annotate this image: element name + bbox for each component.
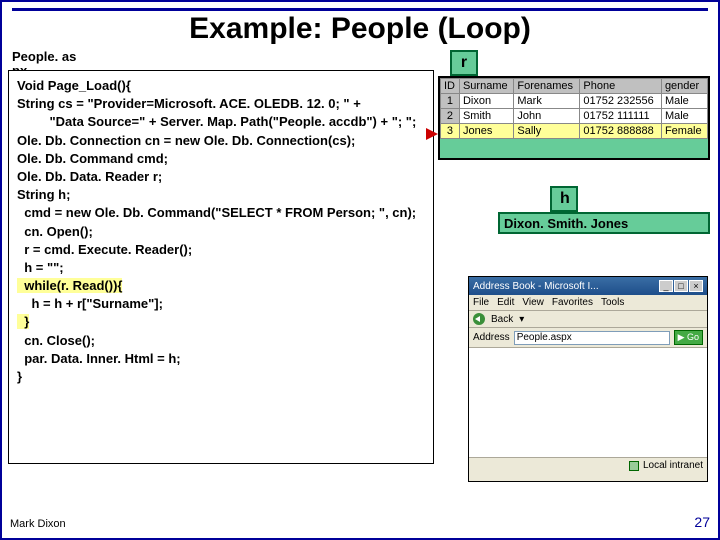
table-cell: Dixon xyxy=(459,94,513,109)
table-cell: Sally xyxy=(514,124,580,139)
table-cell: Male xyxy=(661,94,707,109)
cursor-arrow-icon xyxy=(426,128,438,140)
code-line: cn. Open(); xyxy=(17,224,93,239)
menu-file[interactable]: File xyxy=(473,297,489,308)
menu-view[interactable]: View xyxy=(522,297,544,308)
table-cell: Smith xyxy=(459,109,513,124)
col-header: ID xyxy=(441,79,460,94)
close-icon[interactable]: × xyxy=(689,280,703,292)
browser-content xyxy=(469,348,707,458)
footer-author: Mark Dixon xyxy=(10,518,66,530)
code-line-highlight: } xyxy=(17,314,29,329)
back-icon[interactable] xyxy=(473,313,485,325)
col-header: Forenames xyxy=(514,79,580,94)
slide-title: Example: People (Loop) xyxy=(2,12,718,46)
code-line: r = cmd. Execute. Reader(); xyxy=(17,242,192,257)
status-text: Local intranet xyxy=(643,460,703,471)
table-cell: Jones xyxy=(459,124,513,139)
window-buttons[interactable]: _□× xyxy=(658,280,703,292)
menu-tools[interactable]: Tools xyxy=(601,297,624,308)
back-button[interactable]: Back xyxy=(491,314,513,325)
data-table-box: ID Surname Forenames Phone gender 1Dixon… xyxy=(438,76,710,160)
table-cell: 1 xyxy=(441,94,460,109)
go-button[interactable]: ▶ Go xyxy=(674,330,703,345)
browser-titlebar: Address Book - Microsoft I... _□× xyxy=(469,277,707,295)
table-row: 1DixonMark01752 232556Male xyxy=(441,94,708,109)
menu-favorites[interactable]: Favorites xyxy=(552,297,593,308)
code-line: } xyxy=(17,369,22,384)
footer-page: 27 xyxy=(694,514,710,530)
table-cell: 01752 888888 xyxy=(580,124,662,139)
table-row: 2SmithJohn01752 111111Male xyxy=(441,109,708,124)
address-label: Address xyxy=(473,332,510,343)
code-listing: Void Page_Load(){ String cs = "Provider=… xyxy=(8,70,434,464)
toolbar-sep: ▾ xyxy=(519,314,524,325)
variable-r-box: r xyxy=(450,50,478,76)
code-line: par. Data. Inner. Html = h; xyxy=(17,351,181,366)
code-line-highlight: while(r. Read()){ xyxy=(17,278,122,293)
code-line: h = ""; xyxy=(17,260,64,275)
maximize-icon[interactable]: □ xyxy=(674,280,688,292)
table-cell: 01752 111111 xyxy=(580,109,662,124)
code-line: Ole. Db. Command cmd; xyxy=(17,151,168,166)
table-cell: 01752 232556 xyxy=(580,94,662,109)
result-h-box: Dixon. Smith. Jones xyxy=(498,212,710,234)
table-cell: 3 xyxy=(441,124,460,139)
code-line: cn. Close(); xyxy=(17,333,95,348)
code-line: Ole. Db. Connection cn = new Ole. Db. Co… xyxy=(17,133,355,148)
code-line: Void Page_Load(){ xyxy=(17,78,131,93)
code-line: String h; xyxy=(17,187,70,202)
table-cell: Female xyxy=(661,124,707,139)
address-input[interactable] xyxy=(514,331,670,345)
zone-icon xyxy=(629,461,639,471)
table-cell: John xyxy=(514,109,580,124)
col-header: Phone xyxy=(580,79,662,94)
code-line: h = h + r["Surname"]; xyxy=(17,296,163,311)
data-table: ID Surname Forenames Phone gender 1Dixon… xyxy=(440,78,708,139)
browser-title: Address Book - Microsoft I... xyxy=(473,281,599,292)
code-line: Ole. Db. Data. Reader r; xyxy=(17,169,162,184)
browser-addressbar: Address ▶ Go xyxy=(469,328,707,348)
code-line: String cs = "Provider=Microsoft. ACE. OL… xyxy=(17,96,361,111)
table-cell: Male xyxy=(661,109,707,124)
variable-h-box: h xyxy=(550,186,578,212)
table-cell: 2 xyxy=(441,109,460,124)
code-line: "Data Source=" + Server. Map. Path("Peop… xyxy=(17,114,416,129)
col-header: gender xyxy=(661,79,707,94)
browser-window: Address Book - Microsoft I... _□× File E… xyxy=(468,276,708,482)
browser-toolbar[interactable]: Back ▾ xyxy=(469,311,707,328)
minimize-icon[interactable]: _ xyxy=(659,280,673,292)
table-row: 3JonesSally01752 888888Female xyxy=(441,124,708,139)
table-cell: Mark xyxy=(514,94,580,109)
col-header: Surname xyxy=(459,79,513,94)
menu-edit[interactable]: Edit xyxy=(497,297,514,308)
code-line: cmd = new Ole. Db. Command("SELECT * FRO… xyxy=(17,205,416,220)
browser-statusbar: Local intranet xyxy=(469,458,707,473)
browser-menubar[interactable]: File Edit View Favorites Tools xyxy=(469,295,707,311)
header-rule xyxy=(12,8,708,11)
